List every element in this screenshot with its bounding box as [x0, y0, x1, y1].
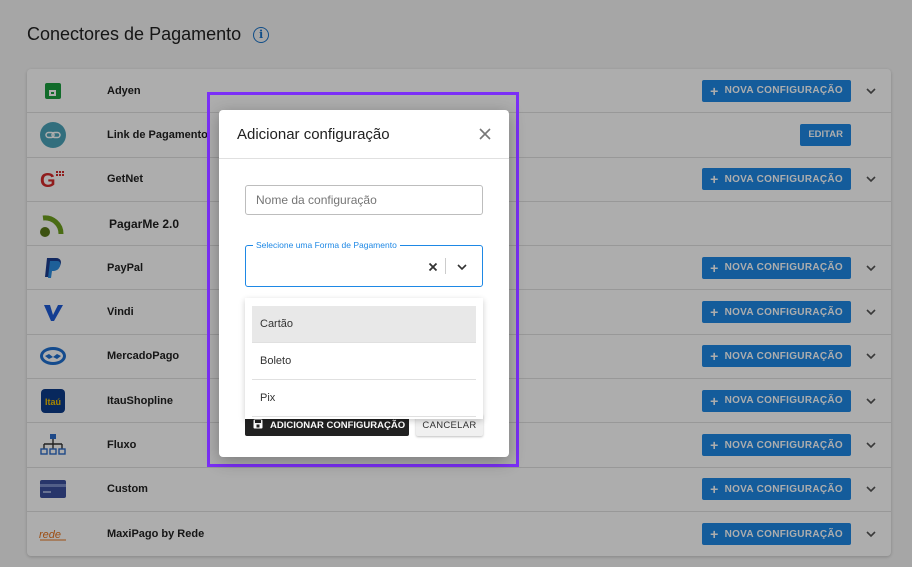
- select-label: Selecione uma Forma de Pagamento: [253, 240, 400, 250]
- option-cartao[interactable]: Cartão: [252, 306, 476, 343]
- add-configuration-dialog: Adicionar configuração Selecione uma For…: [219, 110, 509, 457]
- configuration-name-input[interactable]: [245, 185, 483, 215]
- payment-method-options: Cartão Boleto Pix: [245, 298, 483, 419]
- dialog-title: Adicionar configuração: [237, 125, 390, 143]
- dialog-header: Adicionar configuração: [219, 110, 509, 159]
- payment-method-select[interactable]: Selecione uma Forma de Pagamento: [245, 240, 483, 287]
- chevron-down-icon[interactable]: [456, 260, 468, 272]
- save-icon: [253, 419, 263, 432]
- option-pix[interactable]: Pix: [252, 380, 476, 417]
- clear-icon[interactable]: [427, 260, 439, 272]
- close-icon[interactable]: [478, 127, 492, 141]
- select-separator: [445, 258, 446, 274]
- option-boleto[interactable]: Boleto: [252, 343, 476, 380]
